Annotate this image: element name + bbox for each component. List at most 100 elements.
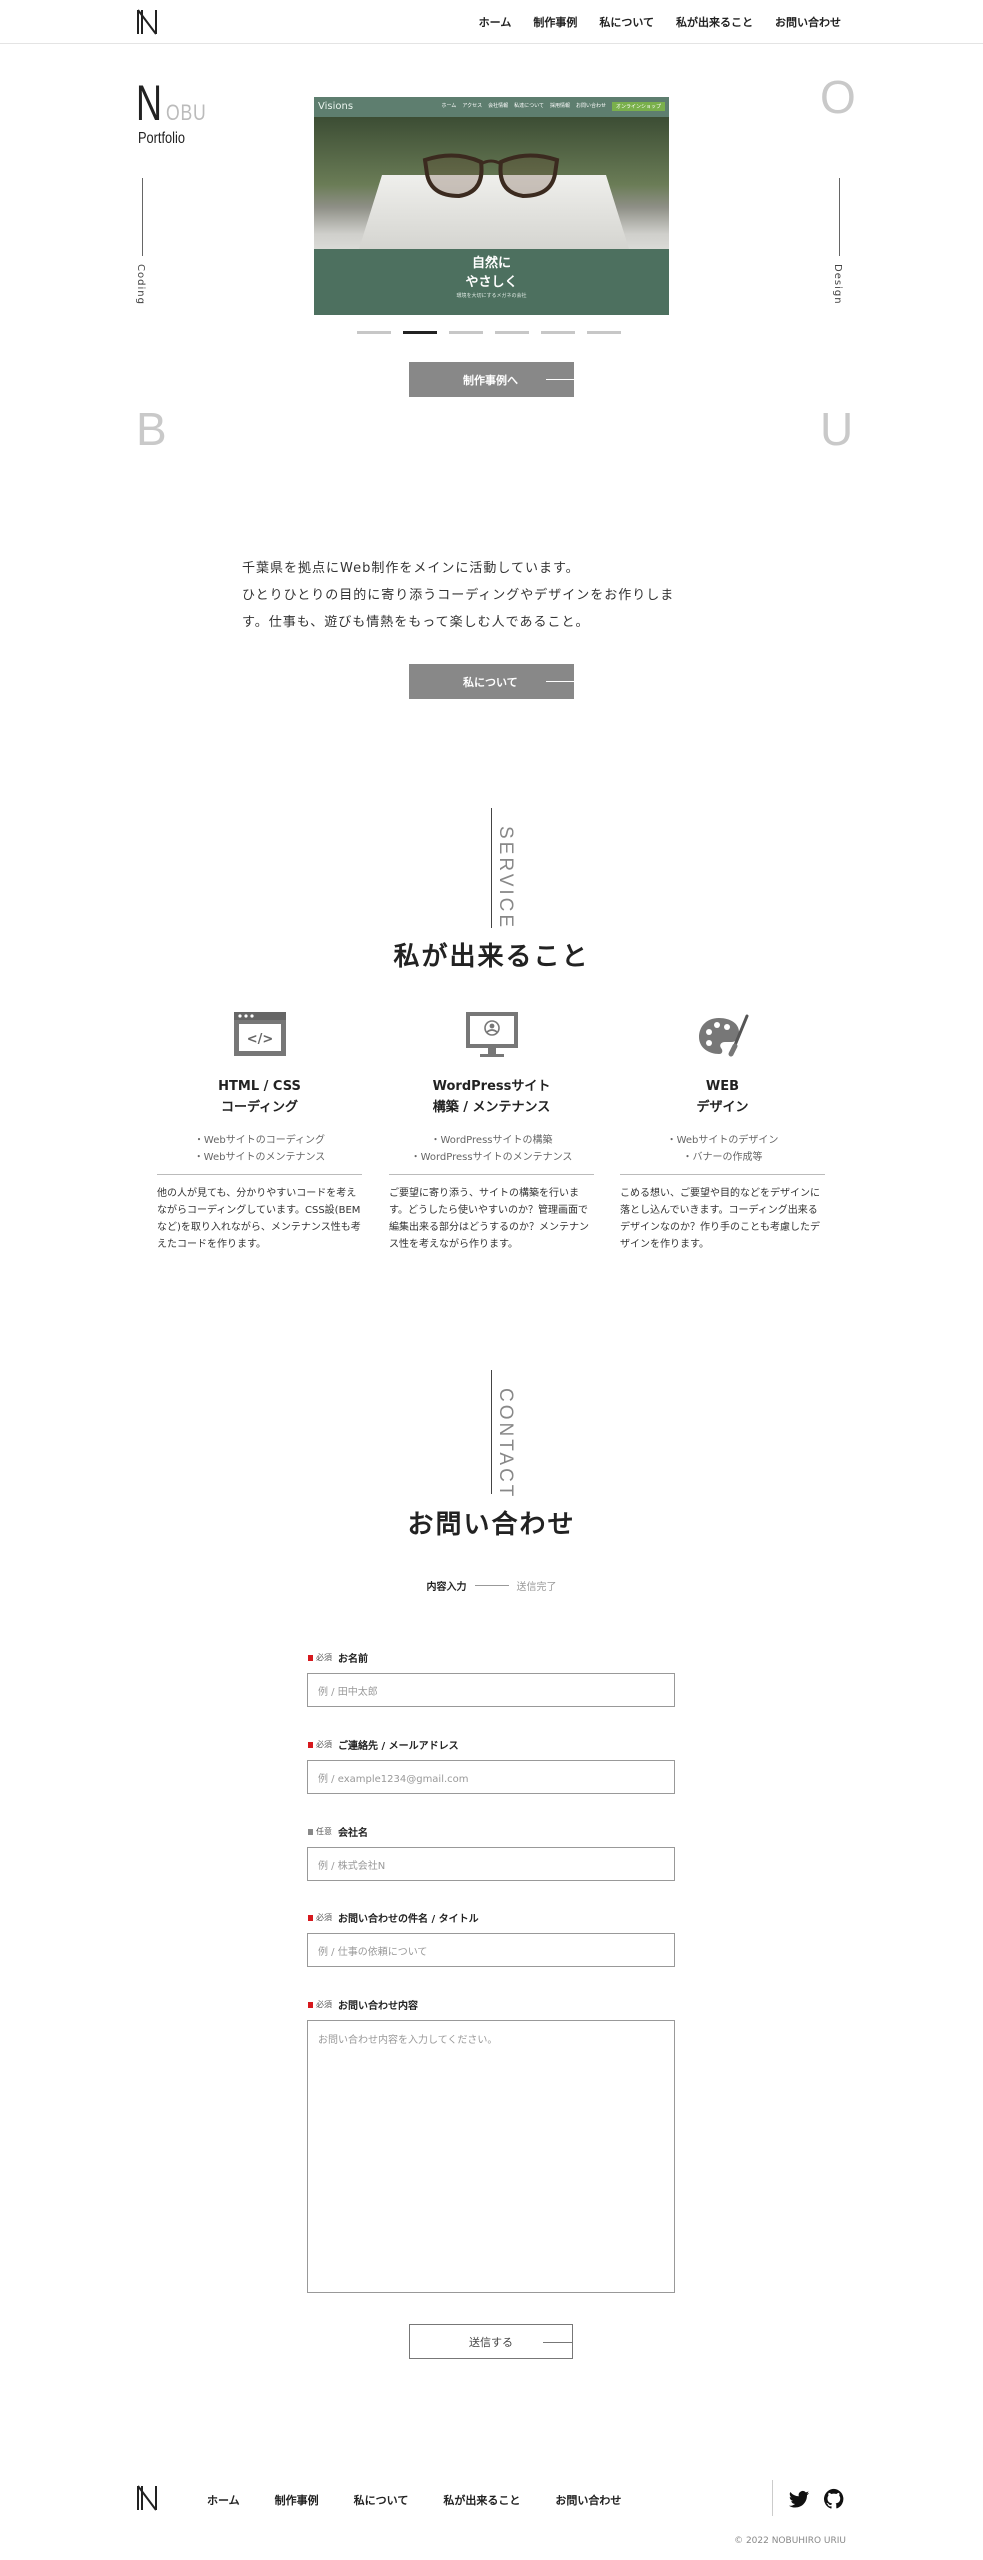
service-description: 他の人が見ても、分かりやすいコードを考えながらコーディングしています。CSS設(…: [157, 1188, 361, 1250]
button-line: [546, 681, 576, 682]
label-company: 任意 会社名: [308, 1824, 368, 1839]
required-badge: 必須: [308, 1999, 332, 2010]
footer-nav-contact[interactable]: お問い合わせ: [555, 2492, 621, 2508]
slide-nav-item: 私達について: [514, 103, 544, 109]
hero-letter-b: B: [136, 403, 167, 455]
footer-logo-icon[interactable]: [136, 2484, 158, 2512]
footer-nav: ホーム 制作事例 私について 私が出来ること お問い合わせ: [207, 2492, 621, 2508]
service-list: ・Webサイトのコーディング ・Webサイトのメンテナンス: [193, 1135, 326, 1163]
slider-dot[interactable]: [449, 331, 483, 334]
nav-about[interactable]: 私について: [599, 14, 654, 30]
hero-left-line: [142, 178, 143, 256]
works-button-label: 制作事例へ: [463, 373, 518, 387]
optional-marker: [308, 1828, 313, 1835]
form-steps: 内容入力 送信完了: [0, 1578, 983, 1593]
service-description: ご要望に寄り添う、サイトの構築を行います。どうしたら使いやすいのか？管理画面で編…: [389, 1188, 589, 1250]
hero-left-vertical-text: Coding: [135, 264, 146, 305]
footer-nav-about[interactable]: 私について: [354, 2492, 409, 2508]
email-input[interactable]: 例 / example1234@gmail.com: [307, 1760, 675, 1794]
button-line: [543, 2342, 573, 2343]
slider-dot[interactable]: [541, 331, 575, 334]
copyright: © 2022 NOBUHIRO URIU: [734, 2536, 846, 2546]
step-next: 送信完了: [516, 1582, 557, 1593]
service-card-coding: </> HTML / CSS コーディング ・Webサイトのコーディング ・We…: [157, 1010, 362, 1253]
service-list: ・WordPressサイトの構築 ・WordPressサイトのメンテナンス: [410, 1135, 573, 1163]
slide-title-line2: やさしく: [465, 275, 518, 290]
slide-nav-item: 会社情報: [488, 103, 509, 109]
slide-brand: Visions: [318, 101, 354, 112]
about-line: ひとりひとりの目的に寄り添うコーディングやデザインをお作りしま: [242, 588, 675, 603]
slider-dot[interactable]: [587, 331, 621, 334]
twitter-icon[interactable]: [788, 2488, 810, 2510]
code-window-icon: </>: [233, 1012, 286, 1056]
works-button[interactable]: 制作事例へ: [409, 362, 576, 397]
required-marker: [308, 1654, 313, 1661]
hero-subtitle: Portfolio: [138, 130, 185, 147]
required-badge: 必須: [308, 1739, 332, 1750]
required-badge: 必須: [308, 1912, 332, 1923]
contact-title: お問い合わせ: [407, 1510, 576, 1540]
slide-nav-item: 採用情報: [549, 103, 570, 109]
about-button-label: 私について: [463, 675, 518, 689]
service-vline: [491, 808, 492, 928]
slide-nav-item: お問い合わせ: [575, 103, 606, 109]
hero-logo-initial: N: [136, 75, 162, 131]
optional-badge: 任意: [308, 1826, 332, 1837]
slide-nav-button: オンラインショップ: [611, 102, 665, 111]
name-input[interactable]: 例 / 田中太郎: [307, 1673, 675, 1707]
message-textarea[interactable]: お問い合わせ内容を入力してください。: [307, 2020, 675, 2293]
slider-dot[interactable]: [495, 331, 529, 334]
site-header: ホーム 制作事例 私について 私が出来ること お問い合わせ: [0, 0, 983, 44]
service-description: こめる想い、ご要望や目的などをデザインに落とし込んでいきます。コーディング出来る…: [620, 1188, 820, 1250]
service-name: WEB デザイン: [696, 1079, 749, 1115]
required-marker: [308, 2001, 313, 2008]
service-divider: [157, 1174, 362, 1175]
about-line: す。仕事も、遊びも情熱をもって楽しむ人であること。: [242, 615, 590, 630]
contact-label: CONTACT: [495, 1388, 516, 1500]
company-input[interactable]: 例 / 株式会社N: [307, 1847, 675, 1881]
label-message: 必須 お問い合わせ内容: [308, 1997, 418, 2012]
service-list: ・Webサイトのデザイン ・バナーの作成等: [666, 1135, 779, 1163]
subject-input[interactable]: 例 / 仕事の依頼について: [307, 1933, 675, 1967]
nav-works[interactable]: 制作事例: [533, 14, 577, 30]
hero-slide[interactable]: Visions ホーム アクセス 会社情報 私達について 採用情報 お問い合わせ…: [314, 97, 669, 315]
required-badge: 必須: [308, 1652, 332, 1663]
slide-subtitle: 環境を大切にするメガネの会社: [456, 293, 527, 299]
nav-home[interactable]: ホーム: [479, 14, 512, 30]
svg-text:</>: </>: [246, 1032, 273, 1047]
contact-vline: [491, 1370, 492, 1494]
hero-letter-o: O: [820, 71, 856, 123]
hero-letter-u: U: [820, 403, 854, 455]
step-line: [474, 1585, 509, 1586]
footer-nav-home[interactable]: ホーム: [207, 2492, 240, 2508]
nav-contact[interactable]: お問い合わせ: [775, 14, 841, 30]
slider-dot[interactable]: [357, 331, 391, 334]
button-line: [546, 379, 576, 380]
footer-nav-works[interactable]: 制作事例: [275, 2492, 319, 2508]
label-name: 必須 お名前: [308, 1650, 368, 1665]
monitor-icon: [465, 1012, 518, 1057]
submit-button[interactable]: 送信する: [409, 2324, 573, 2359]
about-line: 千葉県を拠点にWeb制作をメインに活動しています。: [242, 561, 580, 576]
logo-icon[interactable]: [136, 8, 158, 36]
footer-nav-service[interactable]: 私が出来ること: [443, 2492, 520, 2508]
slider-dot-active[interactable]: [403, 331, 437, 334]
slide-title-line1: 自然に: [471, 256, 511, 271]
slider-dots: [357, 331, 621, 334]
service-divider: [389, 1174, 594, 1175]
global-nav: ホーム 制作事例 私について 私が出来ること お問い合わせ: [479, 14, 841, 30]
nav-service[interactable]: 私が出来ること: [676, 14, 753, 30]
hero-right-line: [839, 178, 840, 256]
submit-button-label: 送信する: [469, 2335, 513, 2349]
service-card-design: WEB デザイン ・Webサイトのデザイン ・バナーの作成等 こめる想い、ご要望…: [620, 1010, 825, 1253]
service-name: HTML / CSS コーディング: [218, 1079, 301, 1115]
github-icon[interactable]: [823, 2488, 845, 2510]
hero-logo-rest: OBU: [166, 100, 207, 125]
label-email: 必須 ご連絡先 / メールアドレス: [308, 1737, 459, 1752]
palette-icon: [698, 1014, 748, 1057]
service-label: SERVICE: [495, 826, 516, 931]
slide-nav: ホーム アクセス 会社情報 私達について 採用情報 お問い合わせ オンラインショ…: [441, 102, 665, 111]
glasses-icon: [422, 153, 560, 199]
about-button[interactable]: 私について: [409, 664, 576, 699]
service-divider: [620, 1174, 825, 1175]
